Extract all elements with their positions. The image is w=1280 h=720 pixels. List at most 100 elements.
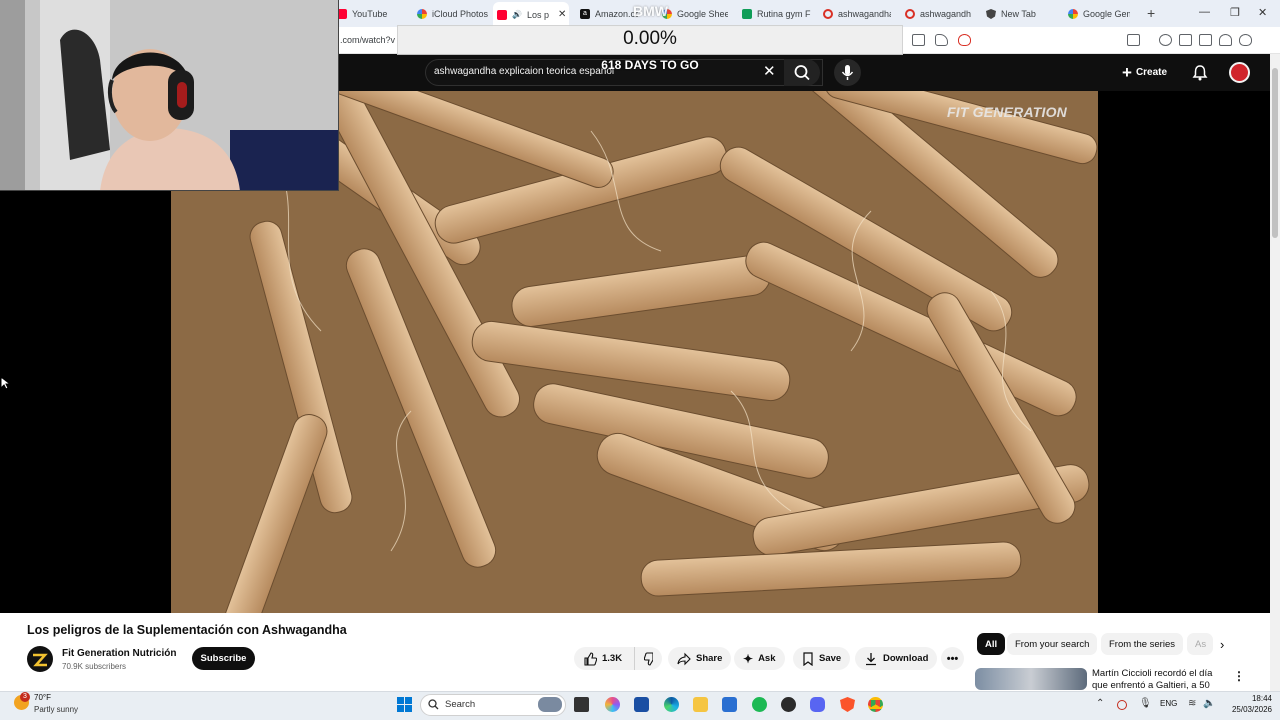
sheets-icon xyxy=(742,9,752,19)
chevron-right-icon[interactable]: › xyxy=(1220,637,1224,652)
share-button[interactable]: Share xyxy=(668,647,732,670)
like-button[interactable]: 1.3K xyxy=(574,647,634,670)
download-button[interactable]: Download xyxy=(855,647,938,670)
save-button[interactable]: Save xyxy=(793,647,851,670)
more-vertical-icon[interactable]: ⋮ xyxy=(1233,669,1245,683)
media-icon[interactable] xyxy=(1159,34,1172,46)
record-icon xyxy=(905,9,915,19)
spotify-icon[interactable] xyxy=(752,697,767,712)
minimize-icon[interactable]: — xyxy=(1199,6,1210,18)
tab-active-video[interactable]: 🔊 Los p ✕ xyxy=(493,2,569,27)
create-button[interactable]: + Create xyxy=(1122,59,1167,86)
google-icon xyxy=(1068,9,1078,19)
task-view-icon[interactable] xyxy=(574,697,589,712)
notification-badge: 3 xyxy=(20,692,30,702)
download-icon xyxy=(866,652,876,665)
tab-youtube[interactable]: YouTube xyxy=(337,4,407,24)
record-icon xyxy=(823,9,833,19)
tab-google-sheets[interactable]: Google Shee xyxy=(662,4,728,24)
steam-icon[interactable] xyxy=(781,697,796,712)
sidebar-icon[interactable] xyxy=(1179,34,1192,46)
scrollbar-thumb[interactable] xyxy=(1272,68,1278,238)
search-icon xyxy=(428,699,439,710)
channel-name[interactable]: Fit Generation Nutrición xyxy=(62,648,176,659)
mail-icon[interactable] xyxy=(722,697,737,712)
tab-label: ashwagandha xyxy=(920,9,971,19)
tray-app-icon[interactable] xyxy=(1117,700,1127,710)
clock-date[interactable]: 25/03/2026 xyxy=(1218,705,1272,714)
weather-temperature[interactable]: 70°F xyxy=(34,693,51,702)
chip-from-the-series[interactable]: From the series xyxy=(1101,633,1183,655)
youtube-icon xyxy=(497,9,507,20)
webcam-overlay xyxy=(0,0,339,191)
share-page-icon[interactable] xyxy=(935,34,948,46)
account-avatar[interactable] xyxy=(1229,62,1250,83)
recommended-title[interactable]: Martín Ciccioli recordó el día que enfre… xyxy=(1092,668,1227,690)
bookmark-icon xyxy=(803,651,813,666)
tab-amazon[interactable]: a Amazon.co xyxy=(580,4,638,24)
close-window-icon[interactable]: ✕ xyxy=(1258,6,1267,19)
save-label: Save xyxy=(819,653,842,664)
close-icon[interactable]: ✕ xyxy=(558,9,566,20)
cast-icon[interactable] xyxy=(912,34,925,46)
url-field[interactable]: .com/watch?v xyxy=(340,35,395,45)
tab-new-tab[interactable]: New Tab xyxy=(986,4,1046,24)
search-button[interactable] xyxy=(784,59,820,86)
clear-search-icon[interactable]: ✕ xyxy=(763,62,776,80)
keyboard-language[interactable]: ENG xyxy=(1160,699,1177,708)
windows-start-icon[interactable] xyxy=(397,697,412,712)
tab-label: New Tab xyxy=(1001,9,1036,19)
chevron-up-icon[interactable]: ⌃ xyxy=(1096,698,1104,709)
volume-icon[interactable]: 🔈 xyxy=(1203,698,1215,709)
speaker-icon: 🔊 xyxy=(512,10,522,19)
progress-percent: 0.00% xyxy=(623,28,677,49)
mouse-cursor-icon xyxy=(0,376,10,390)
tab-rutina-gym[interactable]: Rutina gym F xyxy=(742,4,812,24)
amazon-icon: a xyxy=(580,9,590,19)
ask-button[interactable]: ✦ Ask xyxy=(734,647,785,670)
taskbar-search-label[interactable]: Search xyxy=(445,699,475,710)
tray-mic-icon[interactable]: 🎙 xyxy=(1139,698,1152,709)
copilot-icon[interactable] xyxy=(605,697,620,712)
chip-all[interactable]: All xyxy=(977,633,1006,655)
video-title: Los peligros de la Suplementación con As… xyxy=(27,623,347,637)
tab-ashwagandha-2[interactable]: ashwagandha xyxy=(905,4,971,24)
subscribe-button[interactable]: Subscribe xyxy=(192,647,255,670)
search-icon xyxy=(794,65,810,81)
edge-icon[interactable] xyxy=(664,697,679,712)
store-icon[interactable] xyxy=(634,697,649,712)
tab-label: Los p xyxy=(526,9,549,20)
tab-google-gemini[interactable]: Google Gem xyxy=(1068,4,1130,24)
file-explorer-icon[interactable] xyxy=(693,697,708,712)
more-actions-button[interactable]: ••• xyxy=(941,647,964,670)
subscriber-count: 70.9K subscribers xyxy=(62,662,127,671)
vpn-icon[interactable] xyxy=(1239,34,1252,46)
wallet-icon[interactable] xyxy=(1199,34,1212,46)
weather-description[interactable]: Partly sunny xyxy=(34,705,78,714)
tab-label: iCloud Photos xyxy=(432,9,489,19)
discord-icon[interactable] xyxy=(810,697,825,712)
maximize-icon[interactable]: ❐ xyxy=(1230,6,1240,19)
recommended-thumbnail[interactable] xyxy=(975,668,1087,690)
brave-shield-icon[interactable] xyxy=(958,34,971,46)
tab-icloud-photos[interactable]: iCloud Photos xyxy=(417,4,489,24)
new-tab-plus-icon[interactable]: + xyxy=(1147,5,1155,21)
notifications-bell-icon[interactable] xyxy=(1190,63,1210,83)
tab-ashwagandha-1[interactable]: ashwagandha xyxy=(823,4,891,24)
leo-ai-icon[interactable] xyxy=(1219,34,1232,46)
tab-label: ashwagandha xyxy=(838,9,891,19)
wifi-icon[interactable]: ≋ xyxy=(1188,698,1196,709)
dislike-button[interactable] xyxy=(634,647,662,670)
chrome-icon[interactable] xyxy=(868,697,883,712)
thumbs-down-icon xyxy=(644,651,653,666)
share-icon xyxy=(677,652,691,665)
create-label: Create xyxy=(1135,67,1168,78)
tab-label: Amazon.co xyxy=(595,9,638,19)
chip-partial[interactable]: As xyxy=(1187,633,1213,655)
clock-time[interactable]: 18:44 xyxy=(1229,694,1272,703)
channel-avatar[interactable] xyxy=(27,646,53,672)
microphone-icon xyxy=(841,65,854,80)
chip-from-your-search[interactable]: From your search xyxy=(1007,633,1098,655)
reader-mode-icon[interactable] xyxy=(1127,34,1140,46)
voice-search-button[interactable] xyxy=(834,59,861,86)
